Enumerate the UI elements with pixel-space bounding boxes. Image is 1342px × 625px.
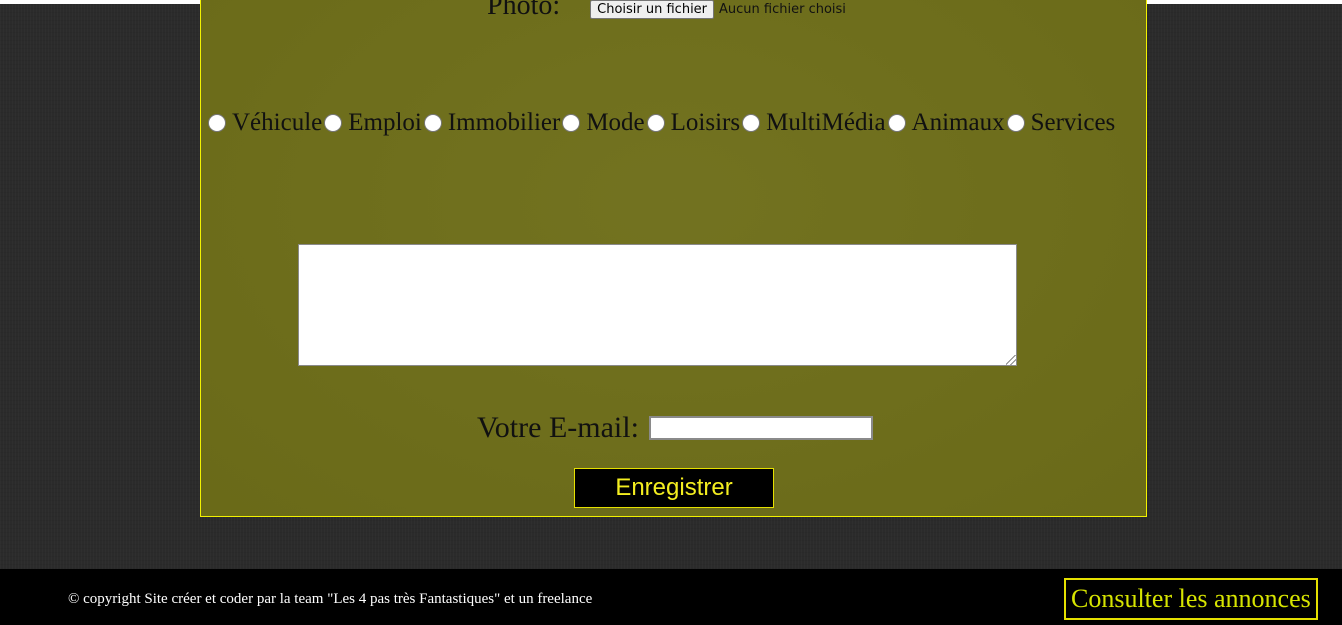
radio-button[interactable]	[324, 114, 343, 132]
ad-form-panel: Photo: Choisir un fichier Aucun fichier …	[200, 0, 1147, 517]
category-option-vehicule[interactable]: Véhicule	[207, 109, 323, 137]
radio-button[interactable]	[1006, 114, 1025, 132]
category-option-services[interactable]: Services	[1006, 109, 1117, 137]
category-radio-group: Véhicule Emploi Immobilier Mode Loisirs …	[207, 109, 1116, 137]
description-textarea[interactable]	[298, 244, 1017, 366]
category-label: Immobilier	[447, 109, 561, 136]
radio-button[interactable]	[646, 114, 665, 132]
category-option-multimedia[interactable]: MultiMédia	[741, 109, 886, 137]
radio-button[interactable]	[887, 114, 906, 132]
category-option-immobilier[interactable]: Immobilier	[423, 109, 561, 137]
category-label: MultiMédia	[766, 109, 886, 136]
page-footer: © copyright Site créer et coder par la t…	[0, 569, 1342, 625]
photo-field: Photo: Choisir un fichier Aucun fichier …	[487, 0, 846, 25]
radio-button[interactable]	[742, 114, 761, 132]
choose-file-button[interactable]: Choisir un fichier	[590, 0, 715, 19]
resize-grip-icon[interactable]	[1006, 355, 1016, 365]
radio-button[interactable]	[562, 114, 581, 132]
category-label: Véhicule	[232, 109, 323, 136]
email-label: Votre E-mail:	[477, 411, 639, 444]
category-label: Emploi	[348, 109, 422, 136]
category-option-animaux[interactable]: Animaux	[887, 109, 1006, 137]
consult-listings-link[interactable]: Consulter les annonces	[1064, 578, 1318, 620]
photo-label: Photo:	[487, 0, 561, 21]
category-option-mode[interactable]: Mode	[561, 109, 645, 137]
email-input[interactable]	[648, 416, 873, 440]
category-label: Services	[1030, 109, 1116, 136]
category-label: Mode	[586, 109, 645, 136]
radio-button[interactable]	[208, 114, 226, 132]
email-field: Votre E-mail:	[477, 411, 873, 445]
category-label: Loisirs	[670, 109, 741, 136]
file-status-text: Aucun fichier choisi	[719, 2, 846, 17]
radio-button[interactable]	[423, 114, 442, 132]
category-option-emploi[interactable]: Emploi	[323, 109, 423, 137]
save-button[interactable]: Enregistrer	[574, 468, 774, 508]
category-label: Animaux	[911, 109, 1005, 136]
copyright-text: © copyright Site créer et coder par la t…	[68, 591, 593, 607]
category-option-loisirs[interactable]: Loisirs	[646, 109, 741, 137]
